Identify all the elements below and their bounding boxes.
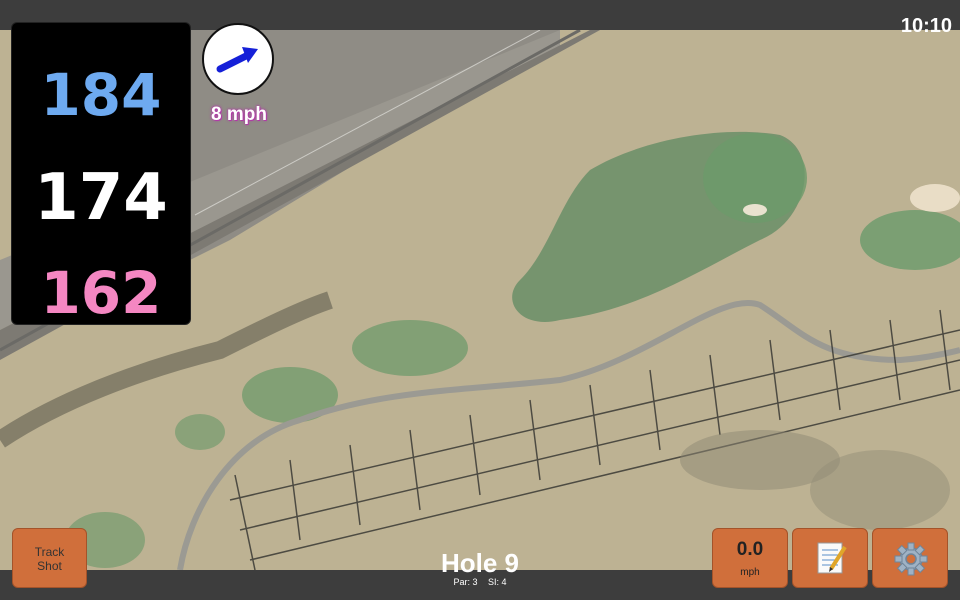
shot-speed-button[interactable]: 0.0 mph	[712, 528, 788, 588]
distance-middle: 174	[34, 161, 168, 235]
wind-indicator	[202, 23, 274, 95]
wind-speed-label: 8 mph	[211, 104, 267, 125]
track-shot-label-line2: Shot	[37, 559, 62, 573]
wind-direction-arrow-icon	[216, 47, 258, 73]
track-shot-button[interactable]: Track Shot	[12, 528, 87, 588]
distance-panel: 184 174 162	[11, 22, 191, 327]
shot-speed-unit: mph	[740, 567, 760, 578]
shot-speed-value: 0.0	[736, 539, 764, 560]
distance-back: 184	[40, 61, 162, 129]
notes-button[interactable]	[792, 528, 868, 588]
notepad-icon	[817, 542, 847, 574]
hole-par: Par: 3	[453, 577, 478, 587]
status-clock: 10:10	[900, 15, 952, 37]
hole-info: Par: 3 SI: 4	[380, 577, 580, 587]
track-shot-label-line1: Track	[34, 545, 65, 559]
hole-si: SI: 4	[488, 577, 507, 587]
settings-button[interactable]	[872, 528, 948, 588]
gear-icon	[894, 542, 928, 576]
distance-front: 162	[40, 259, 162, 327]
hole-title: Hole 9	[440, 548, 520, 578]
